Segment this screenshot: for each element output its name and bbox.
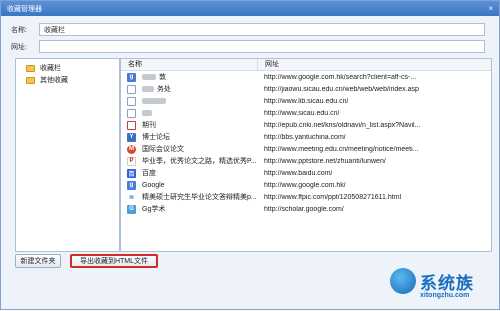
bookmark-name: 敦 xyxy=(159,74,166,81)
table-row[interactable]: http://www.lib.sicau.edu.cn/ xyxy=(121,95,491,107)
bookmark-name: 务处 xyxy=(157,86,171,93)
table-row[interactable]: g Google http://www.google.com.hk/ xyxy=(121,179,491,191)
google-icon: g xyxy=(127,72,136,82)
bookmark-url: http://www.meeting.edu.cn/meeting/notice… xyxy=(264,145,419,153)
bookmark-url: http://www.google.com.hk/search?client=a… xyxy=(264,73,417,81)
table-row[interactable]: g 敦 http://www.google.com.hk/search?clien… xyxy=(121,71,491,83)
watermark-brand: 系统族 xyxy=(420,274,474,293)
table-row[interactable]: 期刊 http://epub.cnki.net/kns/oldnavi/n_li… xyxy=(121,119,491,131)
meeting-icon: M xyxy=(127,144,136,154)
new-folder-button[interactable]: 新建文件夹 xyxy=(15,254,61,268)
name-field[interactable] xyxy=(39,23,485,36)
bookmark-name: Google xyxy=(142,181,165,189)
redacted-text xyxy=(142,98,166,104)
column-header-name[interactable]: 名称 xyxy=(121,59,258,70)
table-row[interactable]: G Gg学术 http://scholar.google.com/ xyxy=(121,203,491,215)
url-label: 网址: xyxy=(11,43,27,51)
table-row[interactable]: P 毕业季，优秀论文之路，精选优秀P... http://www.pptstore… xyxy=(121,155,491,167)
export-html-button[interactable]: 导出收藏到HTML文件 xyxy=(70,254,158,268)
redacted-text xyxy=(142,74,156,80)
bookmark-url: http://www.google.com.hk/ xyxy=(264,181,346,189)
table-row[interactable]: Y 博士论坛 http://bbs.yantuchina.com/ xyxy=(121,131,491,143)
table-row[interactable]: http://www.sicau.edu.cn/ xyxy=(121,107,491,119)
title-bar[interactable]: 收藏管理器 × xyxy=(1,1,499,16)
column-header-url[interactable]: 网址 xyxy=(258,59,279,70)
table-row[interactable]: 务处 http://jiaowu.sicau.edu.cn/web/web/we… xyxy=(121,83,491,95)
scholar-icon: G xyxy=(127,204,136,214)
baidu-icon: 百 xyxy=(127,168,136,178)
table-row[interactable]: M 国际会议论文 http://www.meeting.edu.cn/meetin… xyxy=(121,143,491,155)
url-field[interactable] xyxy=(39,40,485,53)
yantu-icon: Y xyxy=(127,132,136,142)
bookmark-name: 期刊 xyxy=(142,122,156,129)
bookmark-name: 百度 xyxy=(142,170,156,177)
name-row: 名称: xyxy=(11,23,485,36)
table-header: 名称 网址 xyxy=(121,59,491,71)
table-row[interactable]: 百百度 http://www.baidu.com/ xyxy=(121,167,491,179)
watermark-url: xitongzhu.com xyxy=(420,292,470,299)
bookmark-url: http://scholar.google.com/ xyxy=(264,205,344,213)
bookmark-url: http://www.ffpic.com/ppt/120508271611.ht… xyxy=(264,193,402,201)
pptstore-icon: P xyxy=(127,156,136,166)
tree-item-favorites-bar[interactable]: 收藏栏 xyxy=(16,62,119,74)
tree-item-label: 收藏栏 xyxy=(40,65,61,72)
folder-icon xyxy=(26,76,35,84)
brand-logo-icon xyxy=(390,268,416,294)
bookmark-url: http://epub.cnki.net/kns/oldnavi/n_list.… xyxy=(264,121,421,129)
page-icon xyxy=(127,96,136,106)
bookmark-url: http://www.sicau.edu.cn/ xyxy=(264,109,340,117)
page-icon xyxy=(127,84,136,94)
bookmark-name: 精美硕士研究生毕业论文答辩精美p... xyxy=(142,194,257,201)
redacted-text xyxy=(142,86,154,92)
page-icon xyxy=(127,108,136,118)
redacted-text xyxy=(142,110,152,116)
window-title: 收藏管理器 xyxy=(7,5,42,13)
favorites-manager-window: 收藏管理器 × 名称: 网址: 收藏栏 其他收藏 名称 网址 g 敦 http:/… xyxy=(0,0,500,310)
bookmark-name: 毕业季，优秀论文之路，精选优秀P... xyxy=(142,158,257,165)
table-row[interactable]: ≋ 精美硕士研究生毕业论文答辩精美p... http://www.ffpic.co… xyxy=(121,191,491,203)
tree-item-other-favorites[interactable]: 其他收藏 xyxy=(16,74,119,86)
close-icon[interactable]: × xyxy=(488,4,493,13)
tree-item-label: 其他收藏 xyxy=(40,77,68,84)
url-row: 网址: xyxy=(11,40,485,53)
watermark: 系统族 xitongzhu.com xyxy=(390,266,500,311)
journal-icon xyxy=(127,120,136,130)
bookmark-name: 博士论坛 xyxy=(142,134,170,141)
folder-tree: 收藏栏 其他收藏 xyxy=(15,58,120,252)
bookmark-url: http://www.baidu.com/ xyxy=(264,169,333,177)
bookmark-url: http://bbs.yantuchina.com/ xyxy=(264,133,346,141)
google-icon: g xyxy=(127,180,136,190)
bookmark-name: Gg学术 xyxy=(142,206,166,213)
bookmark-name: 国际会议论文 xyxy=(142,146,184,153)
name-label: 名称: xyxy=(11,26,27,34)
bookmark-url: http://jiaowu.sicau.edu.cn/web/web/web/i… xyxy=(264,85,419,93)
bookmark-url: http://www.lib.sicau.edu.cn/ xyxy=(264,97,349,105)
folder-icon xyxy=(26,64,35,72)
ppt-icon: ≋ xyxy=(128,194,135,201)
bookmark-url: http://www.pptstore.net/zhuanti/lunwen/ xyxy=(264,157,386,165)
bookmark-table: 名称 网址 g 敦 http://www.google.com.hk/search… xyxy=(120,58,492,252)
